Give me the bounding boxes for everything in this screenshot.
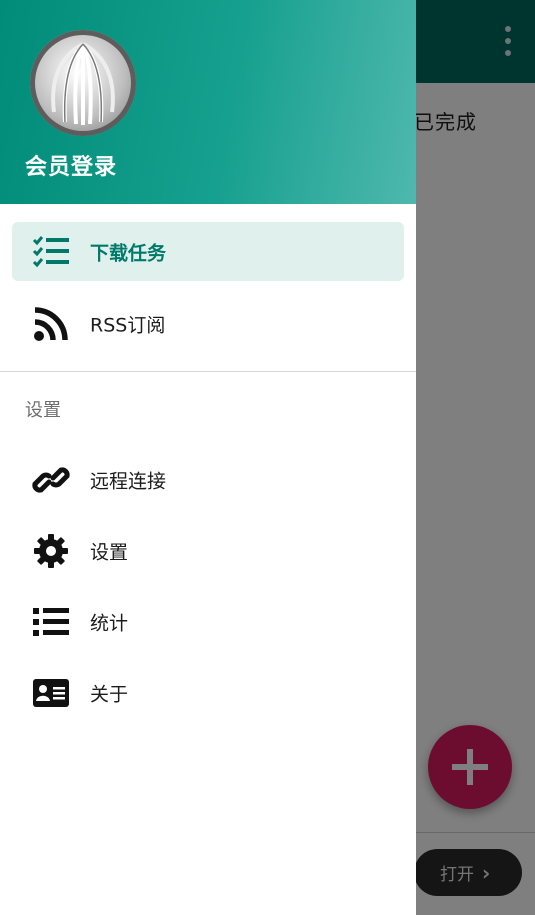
nav-item-label: 关于 — [90, 683, 129, 705]
member-login-title[interactable]: 会员登录 — [25, 149, 117, 181]
drawer-header: 会员登录 — [0, 0, 416, 204]
navigation-drawer: 会员登录 下载任务 RSS订阅 设置 远程连接 设置 统计 关于 — [0, 0, 416, 915]
app-logo-icon[interactable] — [30, 30, 136, 136]
list-icon — [32, 603, 70, 641]
nav-item-label: 统计 — [90, 612, 129, 634]
id-card-icon — [32, 674, 70, 712]
nav-item-download-tasks[interactable]: 下载任务 — [12, 222, 404, 281]
divider — [0, 371, 416, 372]
nav-item-statistics[interactable]: 统计 — [12, 592, 404, 651]
nav-item-label: RSS订阅 — [90, 314, 166, 336]
nav-item-rss[interactable]: RSS订阅 — [12, 294, 404, 353]
link-icon — [32, 461, 70, 499]
nav-item-settings[interactable]: 设置 — [12, 521, 404, 580]
nav-item-label: 设置 — [90, 541, 129, 563]
nav-item-remote-connection[interactable]: 远程连接 — [12, 450, 404, 509]
nav-item-label: 下载任务 — [90, 242, 167, 264]
nav-item-label: 远程连接 — [90, 470, 167, 492]
rss-icon — [32, 305, 70, 343]
section-title-settings: 设置 — [25, 400, 61, 421]
gear-icon — [32, 532, 70, 570]
nav-item-about[interactable]: 关于 — [12, 663, 404, 722]
task-list-icon — [32, 233, 70, 271]
